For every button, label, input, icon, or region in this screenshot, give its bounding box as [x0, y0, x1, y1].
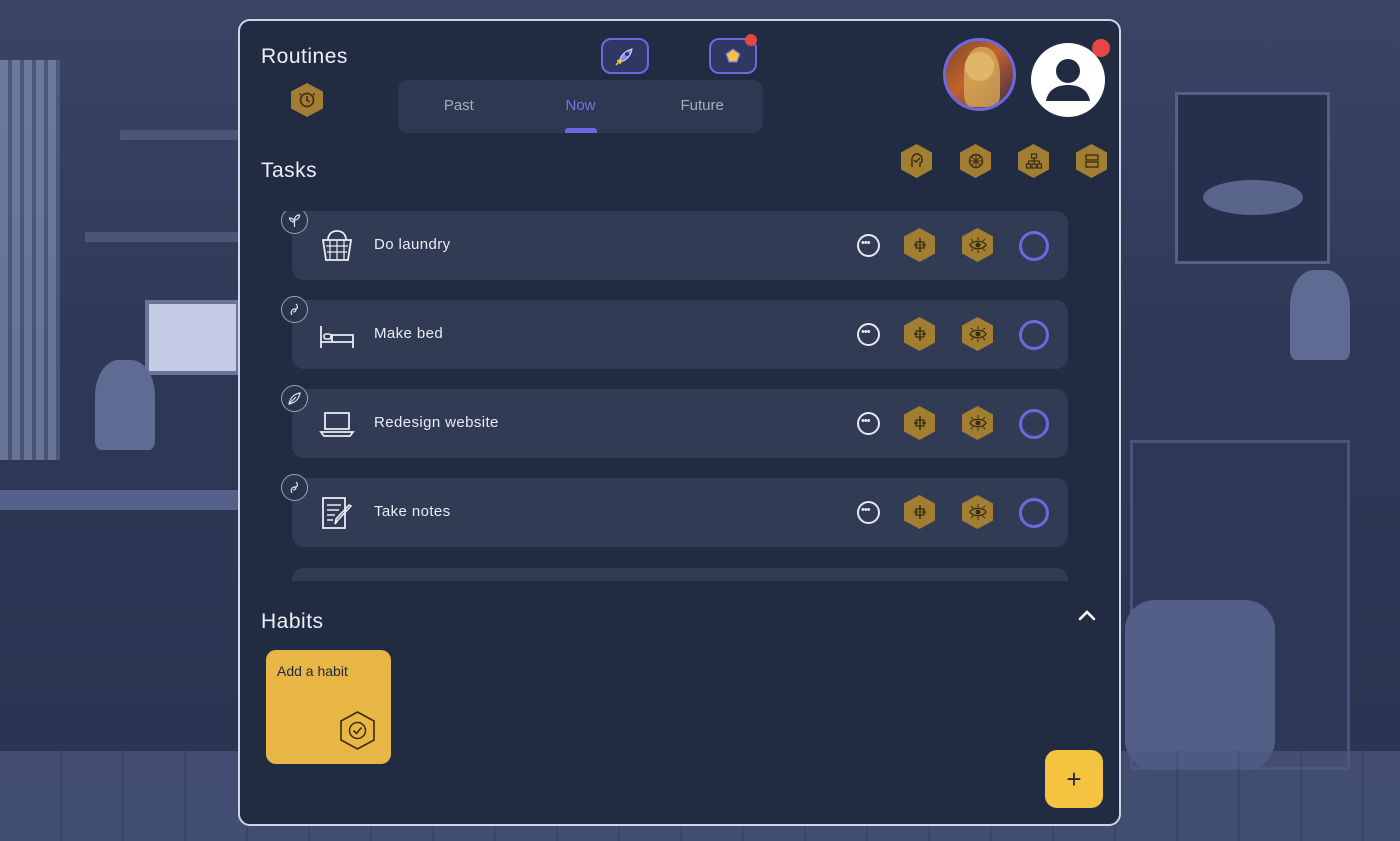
- split-icon[interactable]: [904, 228, 935, 262]
- add-button[interactable]: +: [1045, 750, 1103, 808]
- tab-now[interactable]: Now: [520, 80, 642, 133]
- habits-title: Habits: [261, 610, 324, 633]
- task-complete-checkbox[interactable]: [1019, 320, 1049, 350]
- task-complete-checkbox[interactable]: [1019, 498, 1049, 528]
- eye-icon[interactable]: [962, 406, 993, 440]
- eye-icon[interactable]: [962, 495, 993, 529]
- notepad-icon: [322, 497, 353, 529]
- more-options-icon[interactable]: [857, 323, 880, 346]
- hierarchy-icon[interactable]: [1018, 144, 1049, 178]
- spiral-leaf-icon: [281, 296, 308, 323]
- rocket-icon: [615, 48, 633, 66]
- wheel-icon[interactable]: [960, 144, 991, 178]
- background-backpack: [1125, 600, 1275, 770]
- background-desk: [0, 490, 240, 510]
- eye-icon[interactable]: [962, 317, 993, 351]
- routine-clock-icon[interactable]: [291, 83, 323, 117]
- background-plant: [95, 360, 155, 450]
- more-options-icon[interactable]: [857, 234, 880, 257]
- laundry-basket-icon: [321, 230, 353, 261]
- background-board: [1175, 92, 1330, 264]
- laptop-icon: [319, 412, 355, 437]
- bed-icon: [320, 326, 354, 348]
- task-row[interactable]: Do laundry: [292, 211, 1068, 280]
- gem-button[interactable]: [709, 34, 757, 74]
- gem-icon: [725, 48, 741, 63]
- task-label: Do laundry: [374, 236, 451, 253]
- routines-title: Routines: [261, 45, 348, 68]
- time-tabs: Past Now Future: [398, 80, 763, 133]
- tab-future[interactable]: Future: [641, 80, 763, 133]
- more-options-icon[interactable]: [857, 501, 880, 524]
- add-habit-card[interactable]: Add a habit: [266, 650, 391, 764]
- task-label: Redesign website: [374, 414, 499, 431]
- notification-dot: [1092, 39, 1110, 57]
- background-window: [0, 60, 60, 460]
- background-monitor: [145, 300, 240, 375]
- more-options-icon[interactable]: [857, 412, 880, 435]
- check-head-icon[interactable]: [901, 144, 932, 178]
- task-row[interactable]: Take notes: [292, 478, 1068, 547]
- chevron-up-icon[interactable]: [1076, 604, 1098, 626]
- task-row[interactable]: Make bed: [292, 300, 1068, 369]
- task-row[interactable]: Redesign website: [292, 389, 1068, 458]
- background-shelf: [120, 130, 240, 140]
- split-icon[interactable]: [904, 406, 935, 440]
- tab-past[interactable]: Past: [398, 80, 520, 133]
- add-habit-label: Add a habit: [277, 663, 348, 679]
- task-list: Do laundry Make bed Redesign website: [281, 211, 1071, 581]
- leaf-icon: [281, 385, 308, 412]
- tasks-title: Tasks: [261, 159, 318, 182]
- task-label: Take notes: [374, 503, 451, 520]
- task-row[interactable]: [292, 568, 1068, 581]
- routines-panel: Routines Past Now Future Tasks Do laundr…: [238, 19, 1121, 826]
- split-icon[interactable]: [904, 317, 935, 351]
- server-icon[interactable]: [1076, 144, 1107, 178]
- background-plant: [1290, 270, 1350, 360]
- task-label: Make bed: [374, 325, 444, 342]
- notification-dot: [745, 34, 757, 46]
- task-complete-checkbox[interactable]: [1019, 231, 1049, 261]
- spiral-leaf-icon: [281, 474, 308, 501]
- background-shelf: [85, 232, 240, 242]
- rocket-button[interactable]: [601, 38, 649, 74]
- split-icon[interactable]: [904, 495, 935, 529]
- task-complete-checkbox[interactable]: [1019, 409, 1049, 439]
- habit-cycle-icon: [339, 710, 376, 751]
- character-avatar[interactable]: [943, 38, 1016, 111]
- eye-icon[interactable]: [962, 228, 993, 262]
